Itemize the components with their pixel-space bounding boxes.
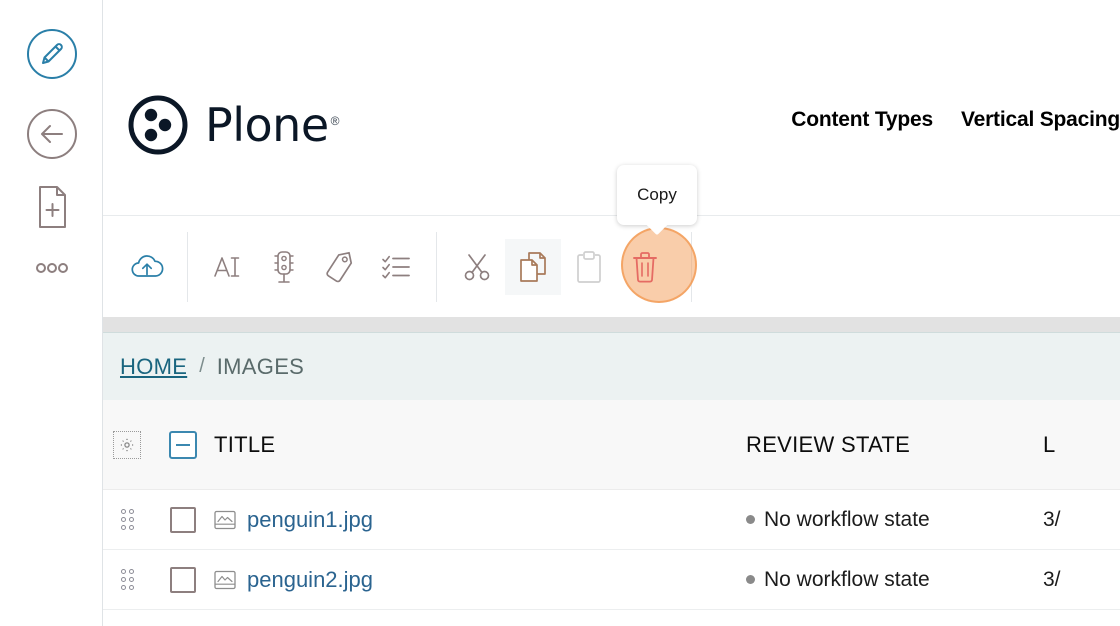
upload-button[interactable]	[119, 239, 175, 295]
rail-edit-button[interactable]	[0, 24, 103, 84]
breadcrumb-separator: /	[199, 355, 205, 377]
table-row[interactable]: penguin2.jpg No workflow state 3/	[103, 550, 1120, 610]
copy-tooltip: Copy	[617, 165, 697, 225]
tags-button[interactable]	[312, 239, 368, 295]
copy-documents-icon	[520, 252, 546, 282]
header-last-modified-cell[interactable]: L	[1043, 432, 1120, 458]
state-dot-icon	[746, 515, 755, 524]
row-date: 3/	[1043, 567, 1061, 591]
gear-icon[interactable]	[113, 430, 141, 459]
state-dot-icon	[746, 575, 755, 584]
table-header-row: TITLE REVIEW STATE L	[103, 400, 1120, 490]
delete-button[interactable]	[617, 239, 673, 295]
properties-button[interactable]	[368, 239, 424, 295]
column-title: TITLE	[214, 431, 276, 457]
row-title-link[interactable]: penguin2.jpg	[247, 567, 373, 593]
site-title-text: Plone	[205, 98, 329, 152]
drag-handle-icon	[120, 509, 134, 530]
row-last-modified-cell: 3/	[1043, 568, 1120, 592]
row-select-cell[interactable]	[151, 506, 214, 533]
row-drag-handle[interactable]	[103, 509, 151, 530]
rename-button[interactable]	[200, 239, 256, 295]
row-checkbox[interactable]	[169, 506, 196, 533]
row-drag-handle[interactable]	[103, 569, 151, 590]
cut-button[interactable]	[449, 239, 505, 295]
tag-icon	[326, 251, 353, 283]
row-title-link[interactable]: penguin1.jpg	[247, 507, 373, 533]
select-all-checkbox[interactable]	[168, 430, 197, 459]
cloud-upload-icon	[131, 255, 164, 277]
clipboard-icon	[577, 251, 601, 283]
contents-table: TITLE REVIEW STATE L penguin1.jpg No wor…	[103, 400, 1120, 610]
main-panel: Plone ® Content Types Vertical Spacing C…	[103, 0, 1120, 626]
breadcrumb-current: IMAGES	[216, 353, 305, 379]
toolbar-divider-1	[187, 232, 188, 302]
plone-content-manager: Plone ® Content Types Vertical Spacing C…	[0, 0, 1120, 626]
rail-back-button[interactable]	[0, 104, 103, 164]
copy-tooltip-label: Copy	[637, 185, 677, 204]
add-document-icon	[38, 186, 66, 228]
drag-handle-icon	[120, 569, 134, 590]
checklist-icon	[382, 255, 410, 279]
row-date: 3/	[1043, 507, 1061, 531]
row-review-state-cell: No workflow state	[746, 508, 1043, 532]
row-review-state: No workflow state	[764, 507, 930, 531]
traffic-light-icon	[274, 251, 294, 283]
copy-button[interactable]	[505, 239, 561, 295]
image-file-icon	[214, 510, 236, 529]
indeterminate-dash-icon	[175, 443, 190, 446]
image-file-icon	[214, 570, 236, 589]
toolbar-divider-2	[436, 232, 437, 302]
toolbar-divider-3	[691, 232, 692, 302]
column-last-modified: L	[1043, 431, 1056, 457]
edit-icon	[26, 29, 77, 79]
row-title-cell: penguin2.jpg	[214, 567, 746, 593]
trash-icon	[633, 252, 657, 283]
top-navigation: Content Types Vertical Spacing	[791, 108, 1120, 132]
site-title: Plone ®	[205, 102, 339, 148]
workflow-button[interactable]	[256, 239, 312, 295]
plone-logo-icon	[128, 95, 188, 155]
row-select-cell[interactable]	[151, 566, 214, 593]
column-review-state: REVIEW STATE	[746, 431, 911, 457]
paste-button	[561, 239, 617, 295]
more-options-icon	[35, 263, 68, 273]
rail-add-button[interactable]	[0, 182, 103, 232]
row-review-state-cell: No workflow state	[746, 568, 1043, 592]
header-review-state-cell[interactable]: REVIEW STATE	[746, 432, 1043, 458]
registered-mark: ®	[330, 113, 340, 128]
table-row[interactable]: penguin1.jpg No workflow state 3/	[103, 490, 1120, 550]
breadcrumb-home[interactable]: HOME	[120, 354, 187, 380]
rail-more-button[interactable]	[0, 248, 103, 288]
header-settings-cell[interactable]	[103, 430, 151, 459]
row-title-cell: penguin1.jpg	[214, 507, 746, 533]
row-last-modified-cell: 3/	[1043, 508, 1120, 532]
row-checkbox[interactable]	[169, 566, 196, 593]
breadcrumb: HOME / IMAGES	[103, 332, 1120, 400]
nav-content-types[interactable]: Content Types	[791, 108, 933, 132]
select-all-cell[interactable]	[151, 430, 214, 459]
nav-vertical-spacing[interactable]: Vertical Spacing	[961, 108, 1120, 132]
site-logo[interactable]: Plone ®	[126, 93, 339, 157]
rename-ai-icon	[214, 257, 240, 277]
toolbar-bottom-band	[103, 317, 1120, 332]
left-toolbar-rail	[0, 0, 103, 626]
site-header: Plone ® Content Types Vertical Spacing	[103, 0, 1120, 216]
content-action-toolbar	[103, 217, 1120, 317]
gear-glyph-icon	[120, 437, 134, 452]
back-arrow-icon	[26, 109, 77, 159]
header-title-cell[interactable]: TITLE	[214, 432, 746, 458]
row-review-state: No workflow state	[764, 567, 930, 591]
scissors-icon	[464, 254, 490, 281]
